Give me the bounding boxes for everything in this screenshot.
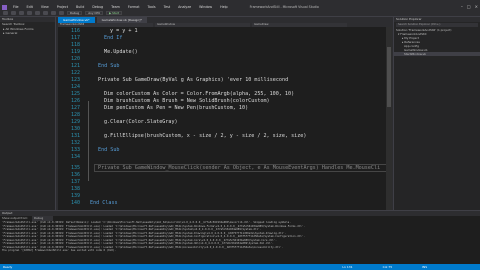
line-number: 130 bbox=[70, 126, 80, 132]
output-line: The program '[10052] FrameworkAndStill.e… bbox=[2, 249, 116, 252]
editor-vertical-scrollbar[interactable] bbox=[386, 27, 392, 210]
save-all-button[interactable] bbox=[43, 11, 48, 15]
window-controls: – □ × bbox=[461, 4, 478, 9]
code-line: Private Sub GameDraw(ByVal g As Graphics… bbox=[98, 77, 289, 83]
status-col: Col 75 bbox=[382, 265, 393, 269]
line-number: 120 bbox=[70, 56, 80, 62]
menu-project[interactable]: Project bbox=[53, 5, 72, 9]
line-number: 134 bbox=[70, 154, 80, 160]
menu-file[interactable]: File bbox=[9, 5, 23, 9]
code-line: g.FillEllipse(brushCustom, x - size / 2,… bbox=[104, 133, 307, 139]
platform-select[interactable]: Any CPU bbox=[85, 11, 104, 15]
visual-studio-logo-icon bbox=[2, 4, 7, 10]
menu-team[interactable]: Team bbox=[107, 5, 124, 9]
status-line: Ln 131 bbox=[342, 265, 353, 269]
menu-test[interactable]: Test bbox=[160, 5, 175, 9]
line-number: 138 bbox=[70, 186, 80, 192]
line-number: 119 bbox=[70, 49, 80, 55]
minimize-icon[interactable]: – bbox=[461, 4, 463, 9]
line-number: 129 bbox=[70, 119, 80, 125]
file-node-selected[interactable]: StartWindow.vb bbox=[394, 52, 480, 56]
menu-edit[interactable]: Edit bbox=[23, 5, 37, 9]
menu-analyze[interactable]: Analyze bbox=[174, 5, 195, 9]
menu-tools[interactable]: Tools bbox=[144, 5, 160, 9]
status-text: Ready bbox=[3, 265, 13, 269]
configuration-select[interactable]: Debug bbox=[67, 11, 83, 15]
line-number: 123 bbox=[70, 77, 80, 83]
solution-explorer-panel: Solution Explorer Search Solution Explor… bbox=[393, 17, 480, 210]
code-editor[interactable]: 116 117 118 119 120 121 122 123 124 125 … bbox=[58, 27, 392, 210]
line-number: 125 bbox=[70, 91, 80, 97]
toolbar: Debug Any CPU ▶ Start bbox=[0, 10, 480, 17]
line-number: 140 bbox=[70, 200, 80, 206]
fold-guide bbox=[88, 101, 89, 181]
code-line: Private Sub GameWindow_MouseClick(sender… bbox=[98, 165, 381, 171]
line-number: 118 bbox=[70, 42, 80, 48]
menu-help[interactable]: Help bbox=[216, 5, 232, 9]
line-number: 135 bbox=[70, 165, 80, 171]
menu-debug[interactable]: Debug bbox=[88, 5, 107, 9]
line-number: 127 bbox=[70, 105, 80, 111]
code-line: Me.Update() bbox=[104, 49, 138, 55]
start-label: Start bbox=[112, 11, 120, 15]
code-line: End If bbox=[104, 35, 123, 41]
undo-button[interactable] bbox=[51, 11, 56, 15]
line-number: 117 bbox=[70, 35, 80, 41]
line-number: 121 bbox=[70, 63, 80, 69]
output-panel: Output Show output from: Debug 'Framewor… bbox=[0, 210, 480, 264]
start-button[interactable]: ▶ Start bbox=[106, 11, 123, 15]
line-number: 116 bbox=[70, 28, 80, 34]
window-title: FrameworkAndStill - Microsoft Visual Stu… bbox=[249, 5, 319, 9]
open-button[interactable] bbox=[27, 11, 32, 15]
line-number: 131 bbox=[70, 133, 80, 139]
line-number: 139 bbox=[70, 193, 80, 199]
menu-format[interactable]: Format bbox=[124, 5, 144, 9]
code-line: End Sub bbox=[98, 147, 120, 153]
menu-window[interactable]: Window bbox=[195, 5, 216, 9]
close-icon[interactable]: × bbox=[475, 4, 478, 9]
line-number: 132 bbox=[70, 140, 80, 146]
solution-search-input[interactable]: Search Solution Explorer (Ctrl+;) bbox=[396, 23, 478, 27]
toolbox-group-general[interactable]: ▸ General bbox=[0, 31, 55, 36]
line-number: 133 bbox=[70, 147, 80, 153]
maximize-icon[interactable]: □ bbox=[467, 4, 471, 9]
code-line: Dim brushCustom As Brush = New SolidBrus… bbox=[104, 98, 270, 104]
line-number: 126 bbox=[70, 98, 80, 104]
code-line: Dim penCustom As Pen = New Pen(brushCust… bbox=[104, 105, 249, 111]
line-number: 128 bbox=[70, 112, 80, 118]
toolbox-panel: Toolbox Search Toolbox ▸ All Windows For… bbox=[0, 17, 56, 210]
new-project-button[interactable] bbox=[19, 11, 24, 15]
scrollbar-thumb[interactable] bbox=[387, 47, 391, 107]
solution-explorer-title: Solution Explorer bbox=[394, 17, 480, 22]
code-line: y = y + 1 bbox=[110, 28, 138, 34]
code-line: g.Clear(Color.SlateGray) bbox=[104, 119, 178, 125]
back-button[interactable] bbox=[3, 11, 8, 15]
line-number: 124 bbox=[70, 84, 80, 90]
status-bar: Ready Ln 131 Col 75 INS bbox=[0, 264, 480, 270]
line-number: 136 bbox=[70, 172, 80, 178]
status-ins: INS bbox=[422, 265, 428, 269]
code-line: Dim colorCustom As Color = Color.FromArg… bbox=[104, 91, 295, 97]
forward-button[interactable] bbox=[11, 11, 16, 15]
redo-button[interactable] bbox=[59, 11, 64, 15]
line-number: 122 bbox=[70, 70, 80, 76]
code-line: End Sub bbox=[98, 63, 120, 69]
menu-view[interactable]: View bbox=[37, 5, 53, 9]
menu-build[interactable]: Build bbox=[72, 5, 88, 9]
save-button[interactable] bbox=[35, 11, 40, 15]
line-number-gutter: 116 117 118 119 120 121 122 123 124 125 … bbox=[58, 27, 86, 210]
line-number: 137 bbox=[70, 179, 80, 185]
code-line: End Class bbox=[90, 200, 118, 206]
